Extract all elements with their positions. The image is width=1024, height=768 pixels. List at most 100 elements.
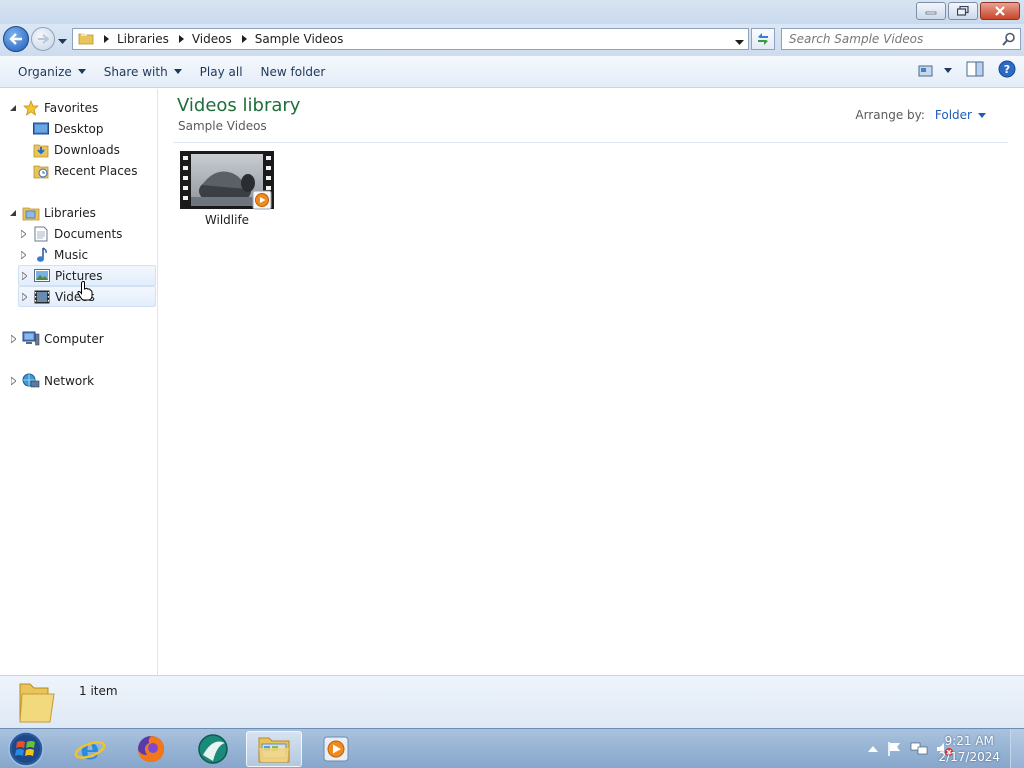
nav-favorites[interactable]: Favorites	[8, 97, 98, 118]
show-desktop-button[interactable]	[1010, 729, 1024, 768]
breadcrumb-separator-icon[interactable]	[104, 32, 109, 46]
title-bar	[0, 0, 1024, 24]
start-button[interactable]	[6, 730, 46, 768]
nav-music[interactable]: Music	[18, 244, 88, 265]
clock[interactable]: 9:21 AM 2/17/2024	[938, 733, 1000, 765]
new-folder-button[interactable]: New folder	[252, 60, 335, 84]
folder-large-icon	[16, 680, 58, 727]
nav-favorites-label: Favorites	[44, 100, 99, 115]
expand-arrow-icon[interactable]	[18, 229, 28, 238]
nav-libraries[interactable]: Libraries	[8, 202, 96, 223]
minimize-icon	[925, 11, 937, 15]
chevron-up-icon	[868, 746, 878, 752]
breadcrumb: Libraries Videos Sample Videos	[94, 32, 343, 46]
chevron-down-icon	[735, 40, 744, 45]
collapse-arrow-icon[interactable]	[8, 104, 18, 111]
libraries-icon	[22, 205, 40, 221]
breadcrumb-sample-videos[interactable]: Sample Videos	[255, 32, 344, 46]
play-all-label: Play all	[199, 64, 243, 79]
chevron-down-icon	[77, 69, 86, 74]
arrange-by-dropdown[interactable]: Folder	[935, 108, 986, 122]
preview-pane-button[interactable]	[966, 61, 984, 80]
change-view-button[interactable]	[918, 64, 952, 78]
hand-cursor-icon	[77, 281, 93, 304]
recent-pages-dropdown[interactable]	[58, 34, 67, 48]
arrange-by: Arrange by: Folder	[855, 108, 986, 122]
star-icon	[22, 99, 40, 116]
view-icon	[918, 65, 933, 76]
close-button[interactable]	[980, 2, 1020, 20]
desktop-icon	[32, 121, 50, 137]
header-divider	[173, 142, 1008, 143]
share-with-label: Share with	[103, 64, 168, 79]
help-button[interactable]: ?	[998, 60, 1016, 81]
share-with-button[interactable]: Share with	[95, 60, 191, 84]
nav-downloads-label: Downloads	[54, 142, 120, 157]
preview-pane-icon	[966, 61, 984, 77]
address-bar[interactable]: Libraries Videos Sample Videos	[72, 28, 749, 50]
back-arrow-icon	[9, 33, 22, 45]
nav-network[interactable]: Network	[8, 370, 94, 391]
taskbar-firefox[interactable]	[123, 731, 179, 767]
content-pane: Videos library Sample Videos Arrange by:…	[159, 89, 1024, 675]
breadcrumb-separator-icon[interactable]	[178, 32, 184, 46]
breadcrumb-libraries[interactable]: Libraries	[117, 32, 169, 46]
action-center-flag-icon[interactable]	[886, 741, 902, 757]
file-explorer-icon	[258, 737, 290, 763]
documents-icon	[32, 226, 50, 242]
taskbar-media-player[interactable]	[308, 731, 364, 767]
downloads-folder-icon	[32, 142, 50, 158]
details-pane: 1 item	[0, 675, 1024, 728]
view-controls: ?	[918, 60, 1016, 81]
organize-button[interactable]: Organize	[9, 60, 95, 84]
nav-desktop-label: Desktop	[54, 121, 104, 136]
file-name: Wildlife	[204, 213, 250, 227]
navigation-pane: Favorites Desktop Downloads Recent Place…	[0, 89, 158, 675]
close-icon	[995, 6, 1005, 16]
expand-arrow-icon[interactable]	[8, 334, 18, 343]
expand-arrow-icon[interactable]	[19, 292, 29, 301]
address-dropdown-button[interactable]	[735, 35, 744, 49]
address-row: Libraries Videos Sample Videos	[0, 24, 1024, 56]
breadcrumb-videos[interactable]: Videos	[192, 32, 232, 46]
expand-arrow-icon[interactable]	[18, 250, 28, 259]
nav-recent-places-label: Recent Places	[54, 163, 138, 178]
refresh-button[interactable]	[751, 28, 775, 50]
chevron-down-icon	[978, 112, 986, 118]
forward-button[interactable]	[31, 27, 55, 51]
chevron-down-icon	[944, 68, 952, 73]
nav-computer[interactable]: Computer	[8, 328, 104, 349]
network-status-icon[interactable]	[910, 741, 928, 757]
media-player-icon	[323, 736, 349, 762]
library-title: Videos library	[177, 95, 301, 116]
taskbar-app-green[interactable]	[185, 731, 241, 767]
svg-text:e: e	[80, 733, 99, 765]
search-icon[interactable]	[1002, 32, 1016, 49]
show-hidden-icons-button[interactable]	[868, 745, 878, 753]
nav-desktop[interactable]: Desktop	[18, 118, 104, 139]
window-controls	[916, 2, 1020, 20]
taskbar-windows-explorer[interactable]	[246, 731, 302, 767]
computer-icon	[22, 331, 40, 347]
forward-arrow-icon	[38, 34, 49, 44]
organize-label: Organize	[18, 64, 72, 79]
videos-filmstrip-icon	[33, 289, 51, 305]
expand-arrow-icon[interactable]	[19, 271, 29, 280]
nav-documents[interactable]: Documents	[18, 223, 122, 244]
minimize-button[interactable]	[916, 2, 946, 20]
restore-button[interactable]	[948, 2, 978, 20]
back-button[interactable]	[3, 26, 29, 52]
video-thumbnail	[180, 151, 274, 211]
network-icon	[22, 373, 40, 389]
search-input[interactable]	[782, 29, 992, 49]
nav-recent-places[interactable]: Recent Places	[18, 160, 137, 181]
app-globe-icon	[198, 734, 228, 764]
expand-arrow-icon[interactable]	[8, 376, 18, 385]
play-all-button[interactable]: Play all	[191, 60, 252, 84]
nav-downloads[interactable]: Downloads	[18, 139, 120, 160]
breadcrumb-separator-icon[interactable]	[241, 32, 247, 46]
taskbar-internet-explorer[interactable]: e	[62, 731, 118, 767]
collapse-arrow-icon[interactable]	[8, 209, 18, 216]
file-item-wildlife[interactable]: Wildlife	[177, 151, 277, 227]
arrange-by-label: Arrange by:	[855, 108, 925, 122]
